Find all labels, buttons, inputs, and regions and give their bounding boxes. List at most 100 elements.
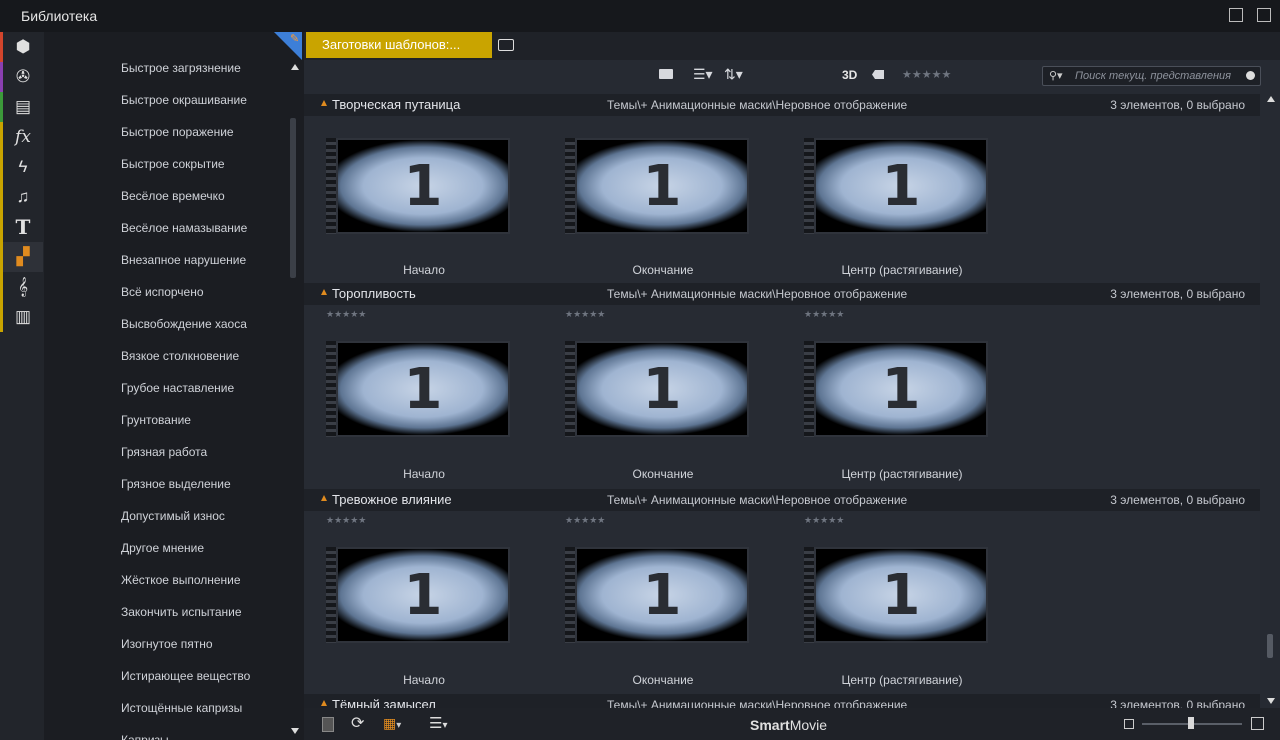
nav-item[interactable]: Весёлое намазывание [121,221,247,235]
nav-item[interactable]: Истощённые капризы [121,701,242,715]
nav-item[interactable]: Внезапное нарушение [121,253,246,267]
section-path: Темы\+ Анимационные маски\Неровное отобр… [607,287,908,301]
template-thumbnail[interactable]: 1 [326,547,510,643]
thumbnail-image: 1 [338,140,508,232]
folder-icon[interactable] [659,69,673,79]
collapse-triangle-icon[interactable] [321,289,327,295]
thumbnail-image: 1 [338,343,508,435]
rating-filter-stars[interactable]: ★★★★★ [902,68,951,81]
list-menu-icon[interactable]: ☰▾ [429,714,447,732]
template-thumbnail[interactable]: 1 [326,341,510,437]
large-thumb-icon[interactable] [1251,717,1264,730]
collapse-triangle-icon[interactable] [321,700,327,706]
item-rating-stars[interactable]: ★★★★★ [804,309,844,320]
nav-scrollbar[interactable] [290,118,296,278]
thumbnail-image: 1 [577,140,747,232]
clear-search-icon[interactable] [1246,71,1255,80]
item-rating-stars[interactable]: ★★★★★ [565,309,605,320]
item-rating-stars[interactable]: ★★★★★ [804,515,844,526]
nav-item[interactable]: Весёлое времечко [121,189,225,203]
treble-clef-icon[interactable]: 𝄞 [3,272,43,302]
nav-item[interactable]: Всё испорчено [121,285,204,299]
bottom-bar: ⟳ ▦▾ ☰▾ SmartMovie [304,708,1280,740]
piano-keys-icon[interactable]: ▥ [3,302,43,332]
nav-item[interactable]: Быстрое окрашивание [121,93,247,107]
search-input[interactable]: Поиск текущ. представления [1075,67,1231,85]
nav-item[interactable]: Грунтование [121,413,191,427]
film-strip-icon [326,341,336,437]
thumbnail-image: 1 [338,549,508,641]
nav-item[interactable]: Жёсткое выполнение [121,573,241,587]
template-thumbnail[interactable]: 1 [326,138,510,234]
pages-icon[interactable] [322,717,334,732]
nav-item[interactable]: Другое мнение [121,541,204,555]
template-thumbnail[interactable]: 1 [565,341,749,437]
nav-item[interactable]: Быстрое загрязнение [121,61,241,75]
scroll-up-arrow-icon[interactable] [1267,96,1275,102]
film-reel-icon[interactable]: ✇ [3,62,43,92]
item-rating-stars[interactable]: ★★★★★ [326,515,366,526]
effects-fx-icon[interactable]: fx [3,122,43,152]
pin-icon: ✎ [290,33,300,45]
scroll-thumb[interactable] [1267,634,1273,658]
thumbnail-number: 1 [881,153,921,219]
nav-item[interactable]: Закончить испытание [121,605,242,619]
section-grid: ★★★★★ 1 Начало ★★★★★ 1 Окончание ★★★★★ 1 Центр (… [304,305,1260,489]
section-header[interactable]: Торопливость Темы\+ Анимационные маски\Не… [304,283,1260,305]
nav-item[interactable]: Грязное выделение [121,477,231,491]
item-rating-stars[interactable]: ★★★★★ [326,309,366,320]
add-tab-icon[interactable] [498,39,514,51]
library-category-bar: ⬢ ✇ ▤ fx ϟ ♫ T ▞ 𝄞 ▥ [0,32,44,740]
scroll-up-arrow-icon[interactable] [291,64,299,70]
three-d-filter-button[interactable]: 3D [842,68,857,82]
restore-window-icon[interactable] [1229,8,1243,22]
nav-item[interactable]: Вязкое столкновение [121,349,239,363]
template-thumbnail[interactable]: 1 [804,138,988,234]
list-view-icon[interactable]: ☰▾ [693,66,713,83]
thumbnail-image: 1 [577,343,747,435]
template-caption: Центр (растягивание) [841,673,963,687]
thumbnail-image: 1 [816,549,986,641]
detach-window-icon[interactable] [1257,8,1271,22]
music-note-icon[interactable]: ♫ [3,182,43,212]
template-thumbnail[interactable]: 1 [565,547,749,643]
section-path: Темы\+ Анимационные маски\Неровное отобр… [607,493,908,507]
smartmovie-button[interactable]: SmartMovie [750,717,827,733]
section-header[interactable]: Творческая путаница Темы\+ Анимационные м… [304,94,1260,116]
template-caption: Начало [403,467,445,481]
collapse-triangle-icon[interactable] [321,495,327,501]
tag-icon[interactable] [872,70,884,79]
collapse-triangle-icon[interactable] [321,100,327,106]
grid-view-icon[interactable]: ▦▾ [383,715,401,732]
transitions-icon[interactable]: ▞ [3,242,43,272]
nav-item[interactable]: Допустимый износ [121,509,225,523]
nav-item[interactable]: Быстрое поражение [121,125,234,139]
package-icon[interactable]: ⬢ [3,32,43,62]
template-thumbnail[interactable]: 1 [804,547,988,643]
nav-item[interactable]: Грубое наставление [121,381,234,395]
sync-icon[interactable]: ⟳ [351,713,364,733]
lightning-icon[interactable]: ϟ [3,152,43,182]
scroll-down-arrow-icon[interactable] [1267,698,1275,704]
thumbnail-number: 1 [642,153,682,219]
sort-icon[interactable]: ⇅▾ [724,66,743,83]
scroll-down-arrow-icon[interactable] [291,728,299,734]
pages-icon[interactable]: ▤ [3,92,43,122]
nav-item[interactable]: Капризы [121,733,169,740]
nav-item[interactable]: Изогнутое пятно [121,637,213,651]
section-header[interactable]: Тревожное влияние Темы\+ Анимационные мас… [304,489,1260,511]
template-thumbnail[interactable]: 1 [565,138,749,234]
template-thumbnail[interactable]: 1 [804,341,988,437]
content-scrollbar[interactable] [1264,96,1278,706]
tab-template-presets[interactable]: Заготовки шаблонов:... [306,32,492,58]
nav-item[interactable]: Грязная работа [121,445,207,459]
thumbnail-number: 1 [403,562,443,628]
slider-knob[interactable] [1188,717,1194,729]
small-thumb-icon[interactable] [1124,719,1134,729]
search-box[interactable]: ⚲▾ Поиск текущ. представления [1042,66,1261,86]
text-title-icon[interactable]: T [3,212,43,242]
nav-item[interactable]: Истирающее вещество [121,669,250,683]
item-rating-stars[interactable]: ★★★★★ [565,515,605,526]
nav-item[interactable]: Быстрое сокрытие [121,157,225,171]
nav-item[interactable]: Высвобождение хаоса [121,317,247,331]
